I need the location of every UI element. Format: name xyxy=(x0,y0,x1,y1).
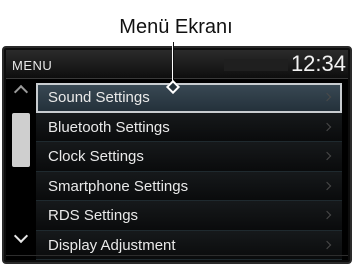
menu-item-rds-settings[interactable]: RDS Settings xyxy=(36,201,342,231)
scroll-thumb[interactable] xyxy=(12,113,30,167)
divider xyxy=(6,78,348,79)
chevron-right-icon xyxy=(322,92,332,102)
menu-screen: MENU 12:34 Sound Settings Bluetooth Sett… xyxy=(6,50,348,260)
chevron-right-icon xyxy=(322,122,332,131)
menu-item-label: RDS Settings xyxy=(48,207,139,224)
chevron-right-icon xyxy=(322,210,332,220)
clock: 12:34 xyxy=(290,51,346,76)
callout-label: Menü Ekranı xyxy=(119,16,233,38)
menu-title: MENU xyxy=(12,58,53,73)
status-bar: MENU 12:34 xyxy=(6,50,348,78)
menu-item-label: Sound Settings xyxy=(48,89,150,106)
scroll-down-arrow-icon[interactable] xyxy=(13,228,29,244)
menu-item-label: Clock Settings xyxy=(48,148,144,165)
menu-item-smartphone-settings[interactable]: Smartphone Settings xyxy=(36,171,342,201)
menu-list: Sound Settings Bluetooth Settings Clock … xyxy=(36,83,342,260)
menu-item-label: Bluetooth Settings xyxy=(48,118,170,136)
chevron-right-icon xyxy=(322,181,332,190)
scroll-up-arrow-icon[interactable] xyxy=(13,84,29,100)
divider xyxy=(6,255,348,256)
chevron-right-icon xyxy=(322,240,332,249)
display-frame: MENU 12:34 Sound Settings Bluetooth Sett… xyxy=(2,46,352,264)
menu-item-bluetooth-settings[interactable]: Bluetooth Settings xyxy=(36,112,342,142)
menu-item-label: Smartphone Settings xyxy=(48,177,189,195)
menu-item-label: Display Adjustment xyxy=(48,236,176,254)
callout-pointer-line xyxy=(172,42,174,84)
scrollbar[interactable] xyxy=(10,83,32,249)
chevron-right-icon xyxy=(322,151,332,161)
status-indicator-strip xyxy=(224,59,288,71)
menu-item-clock-settings[interactable]: Clock Settings xyxy=(36,142,342,172)
menu-item-sound-settings[interactable]: Sound Settings xyxy=(36,83,342,113)
